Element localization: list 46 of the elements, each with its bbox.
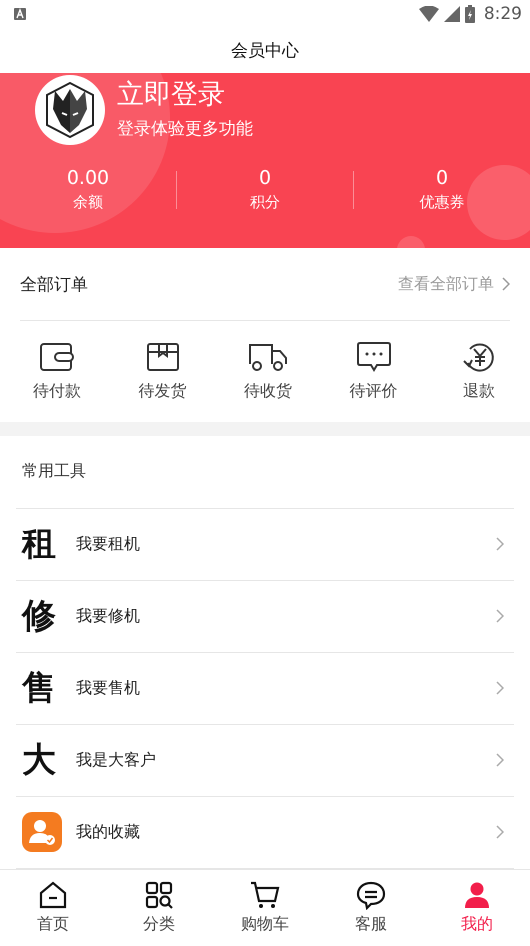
tool-item[interactable]: 我要修机 <box>76 606 496 627</box>
user-icon[interactable] <box>462 880 492 910</box>
orders-title: 全部订单 <box>20 274 88 296</box>
tab-bar-item[interactable]: 我的 <box>424 880 530 936</box>
home-icon[interactable] <box>38 880 68 910</box>
tab-bar-item[interactable]: 购物车 <box>212 880 318 936</box>
tab-bar-item[interactable]: 分类 <box>106 880 212 936</box>
page-title: 会员中心 <box>231 40 299 62</box>
stat-label[interactable]: 优惠券 <box>420 193 464 212</box>
yen-refund-icon[interactable] <box>462 341 496 374</box>
wolf-avatar-icon[interactable] <box>35 75 105 146</box>
login-link[interactable]: 立即登录 <box>117 77 253 114</box>
wifi-icon <box>418 6 439 22</box>
chevron-right-icon[interactable] <box>502 277 510 292</box>
stat-value[interactable]: 0 <box>258 167 272 190</box>
login-subtitle: 登录体验更多功能 <box>117 118 253 140</box>
truck-icon[interactable] <box>248 341 288 374</box>
box-icon[interactable] <box>144 341 180 374</box>
stat-value[interactable]: 0 <box>436 167 448 190</box>
status-time: 8:29 <box>484 4 522 24</box>
calligraphy-glyph: 修 <box>22 595 57 638</box>
comment-icon[interactable] <box>356 341 392 374</box>
wallet-icon[interactable] <box>39 341 75 374</box>
tool-item[interactable]: 我是大客户 <box>76 750 496 771</box>
cart-icon[interactable] <box>250 880 280 910</box>
tool-item[interactable]: 我的收藏 <box>76 822 496 843</box>
order-status-label[interactable]: 待评价 <box>350 381 398 402</box>
chat-bubble-icon[interactable] <box>356 880 386 910</box>
tools-title: 常用工具 <box>22 461 86 482</box>
battery-icon <box>464 4 475 23</box>
calligraphy-glyph: 租 <box>22 523 57 566</box>
calligraphy-glyph: 大 <box>22 739 57 782</box>
order-status-label[interactable]: 待付款 <box>33 381 81 402</box>
favorites-icon <box>22 812 62 852</box>
order-status-label[interactable]: 退款 <box>463 381 495 402</box>
tab-bar-item[interactable]: 首页 <box>0 880 106 936</box>
tab-bar-item[interactable]: 客服 <box>318 880 424 936</box>
tool-item[interactable]: 我要租机 <box>76 534 496 555</box>
order-status-label[interactable]: 待收货 <box>244 381 292 402</box>
signal-icon <box>444 6 460 22</box>
notification-icon <box>14 8 26 20</box>
order-status-label[interactable]: 待发货 <box>138 381 186 402</box>
grid-search-icon[interactable] <box>144 880 174 910</box>
tool-item[interactable]: 我要售机 <box>76 678 496 699</box>
calligraphy-glyph: 售 <box>22 667 57 710</box>
stat-label[interactable]: 积分 <box>250 193 280 212</box>
